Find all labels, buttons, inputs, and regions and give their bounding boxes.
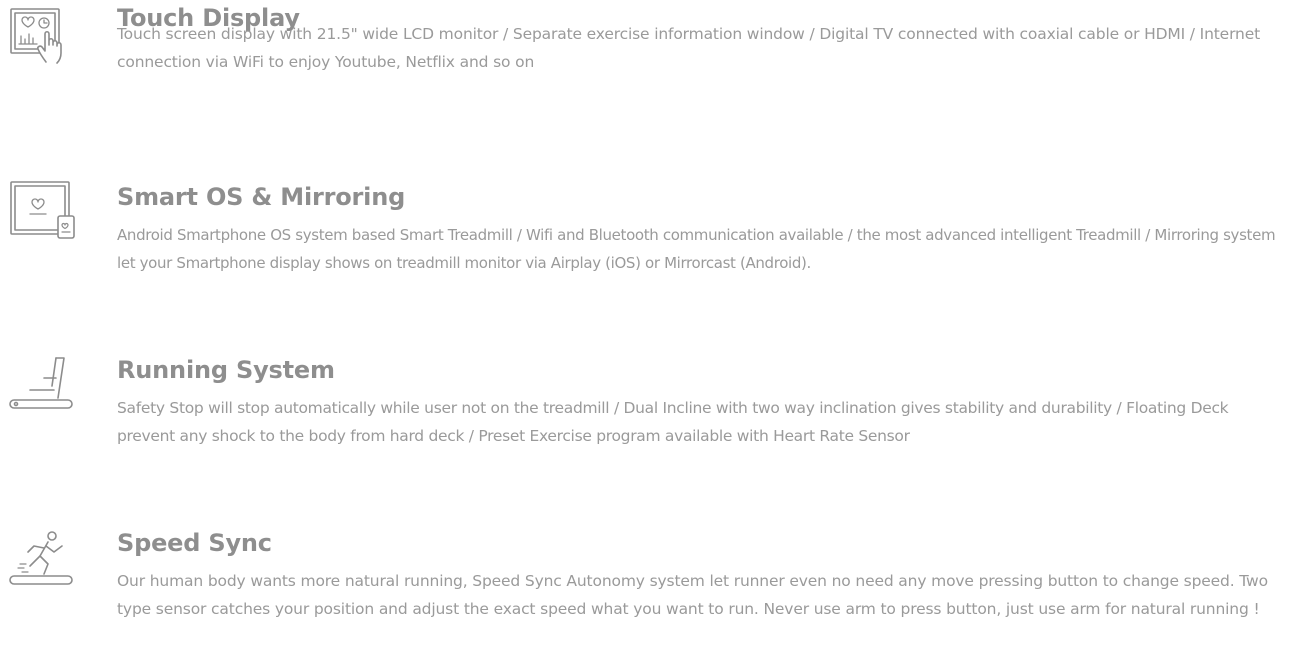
- feature-title: Smart OS & Mirroring: [117, 183, 406, 211]
- treadmill-icon: [8, 354, 78, 414]
- feature-title: Speed Sync: [117, 529, 272, 557]
- feature-title: Running System: [117, 356, 335, 384]
- feature-description: Safety Stop will stop automatically whil…: [117, 399, 1229, 445]
- runner-on-treadmill-icon: [8, 528, 78, 588]
- touch-display-icon: [8, 6, 78, 66]
- feature-description: Android Smartphone OS system based Smart…: [117, 226, 1276, 272]
- feature-description: Touch screen display with 21.5" wide LCD…: [117, 25, 1261, 71]
- feature-description: Our human body wants more natural runnin…: [117, 572, 1268, 618]
- smart-mirroring-icon: [8, 180, 78, 240]
